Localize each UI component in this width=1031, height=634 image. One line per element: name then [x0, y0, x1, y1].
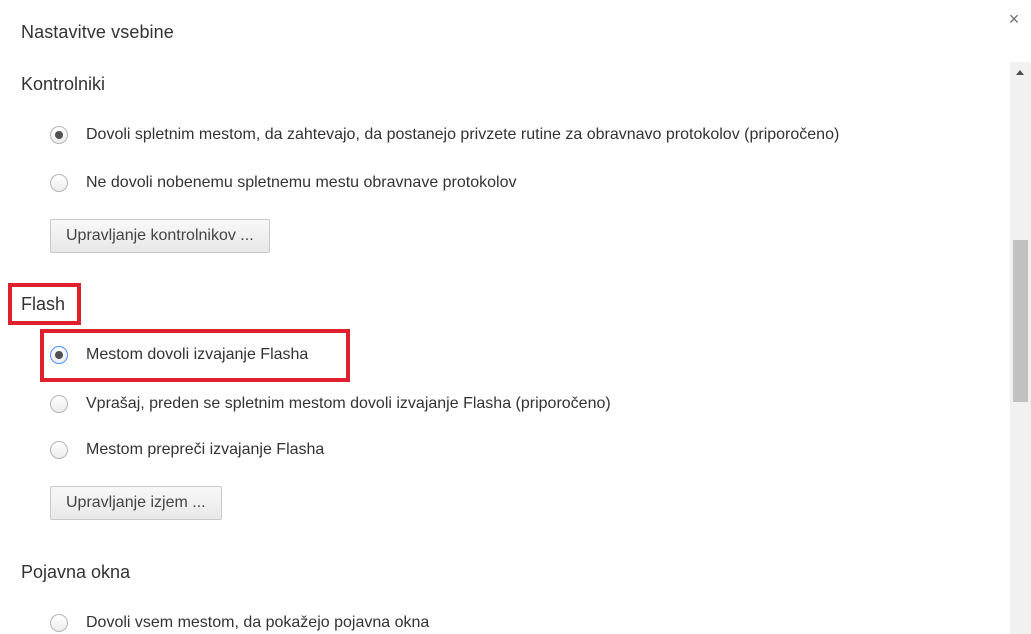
section-heading-flash: Flash	[21, 294, 66, 314]
section-heading-handlers: Kontrolniki	[21, 74, 106, 94]
radio-label: Dovoli spletnim mestom, da zahtevajo, da…	[86, 126, 840, 143]
radio-button[interactable]	[50, 174, 68, 192]
radio-flash-allow[interactable]: Mestom dovoli izvajanje Flasha	[50, 344, 308, 366]
vertical-scrollbar[interactable]	[1010, 62, 1031, 634]
radio-flash-ask[interactable]: Vprašaj, preden se spletnim mestom dovol…	[50, 393, 611, 415]
radio-button[interactable]	[50, 395, 68, 413]
dialog-title: Nastavitve vsebine	[21, 22, 174, 42]
scroll-up-arrow-icon[interactable]	[1016, 70, 1024, 75]
radio-button[interactable]	[50, 346, 68, 364]
manage-exceptions-button[interactable]: Upravljanje izjem ...	[50, 486, 222, 520]
radio-label: Mestom prepreči izvajanje Flasha	[86, 441, 325, 458]
radio-label: Ne dovoli nobenemu spletnemu mestu obrav…	[86, 174, 517, 191]
content-settings-dialog: Nastavitve vsebine × Kontrolniki Dovoli …	[0, 0, 1031, 634]
radio-flash-block[interactable]: Mestom prepreči izvajanje Flasha	[50, 439, 324, 461]
radio-button[interactable]	[50, 126, 68, 144]
radio-handlers-allow[interactable]: Dovoli spletnim mestom, da zahtevajo, da…	[50, 124, 839, 146]
radio-label: Dovoli vsem mestom, da pokažejo pojavna …	[86, 614, 430, 631]
radio-button[interactable]	[50, 614, 68, 632]
scrollbar-thumb[interactable]	[1013, 240, 1028, 402]
radio-popups-allow[interactable]: Dovoli vsem mestom, da pokažejo pojavna …	[50, 612, 429, 634]
radio-button[interactable]	[50, 441, 68, 459]
radio-label: Mestom dovoli izvajanje Flasha	[86, 346, 309, 363]
radio-handlers-block[interactable]: Ne dovoli nobenemu spletnemu mestu obrav…	[50, 172, 516, 194]
radio-label: Vprašaj, preden se spletnim mestom dovol…	[86, 395, 611, 412]
close-icon[interactable]: ×	[1004, 8, 1024, 30]
manage-handlers-button[interactable]: Upravljanje kontrolnikov ...	[50, 219, 270, 253]
section-heading-popups: Pojavna okna	[21, 562, 131, 582]
